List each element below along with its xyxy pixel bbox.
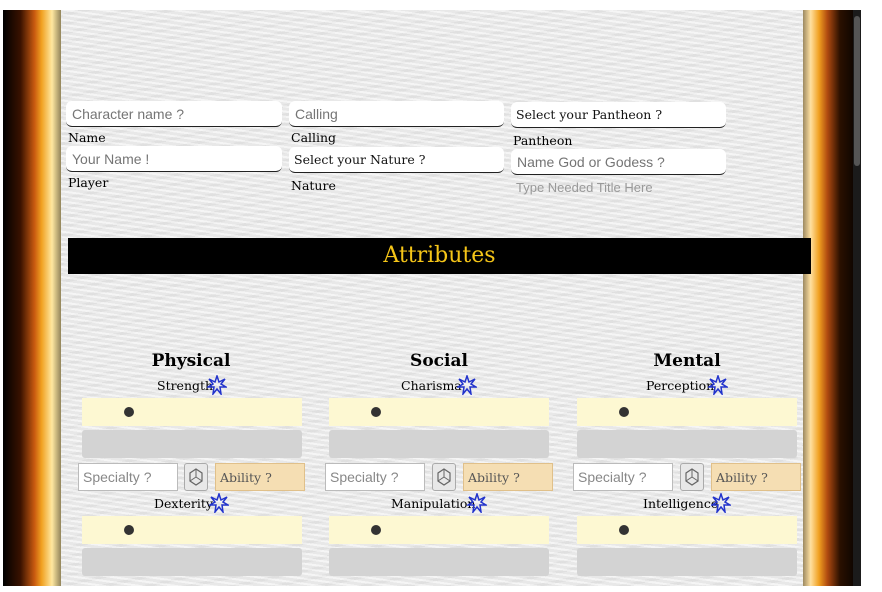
perception-specialty-input[interactable]: Specialty ? — [573, 463, 673, 491]
window-bottom-edge — [0, 586, 882, 592]
attributes-header: Attributes — [68, 238, 811, 274]
scrollbar[interactable] — [853, 10, 861, 586]
star-burst-icon[interactable] — [209, 493, 229, 513]
stat-manipulation: Manipulation — [391, 496, 476, 511]
dexterity-bar[interactable] — [82, 548, 302, 576]
dice-icon[interactable] — [432, 463, 456, 491]
charisma-ability[interactable]: Ability ? — [463, 463, 553, 491]
player-input[interactable] — [66, 146, 282, 172]
strength-dots[interactable] — [82, 398, 302, 426]
dice-icon[interactable] — [184, 463, 208, 491]
manipulation-bar[interactable] — [329, 548, 549, 576]
nature-select[interactable]: Select your Nature ? — [289, 147, 504, 173]
perception-ability[interactable]: Ability ? — [711, 463, 801, 491]
strength-bar[interactable] — [82, 430, 302, 458]
nature-label: Nature — [291, 178, 336, 193]
strength-specialty-input[interactable]: Specialty ? — [78, 463, 178, 491]
physical-heading: Physical — [151, 351, 231, 371]
title-input[interactable]: Type Needed Title Here — [516, 180, 653, 195]
dot[interactable] — [371, 525, 381, 535]
social-heading: Social — [410, 351, 468, 371]
strength-ability[interactable]: Ability ? — [215, 463, 305, 491]
dice-icon[interactable] — [680, 463, 704, 491]
calling-input[interactable] — [289, 101, 504, 127]
mental-heading: Mental — [653, 351, 721, 371]
star-burst-icon[interactable] — [207, 375, 227, 395]
dot[interactable] — [124, 407, 134, 417]
star-burst-icon[interactable] — [708, 375, 728, 395]
stat-strength: Strength — [157, 378, 214, 393]
scrollbar-thumb[interactable] — [854, 16, 860, 166]
pantheon-label: Pantheon — [513, 133, 573, 148]
stat-charisma: Charisma — [401, 378, 462, 393]
intelligence-dots[interactable] — [577, 516, 797, 544]
dexterity-dots[interactable] — [82, 516, 302, 544]
pantheon-select[interactable]: Select your Pantheon ? — [511, 102, 726, 128]
god-input[interactable] — [511, 149, 726, 175]
dot[interactable] — [371, 407, 381, 417]
star-burst-icon[interactable] — [711, 493, 731, 513]
star-burst-icon[interactable] — [467, 493, 487, 513]
charisma-dots[interactable] — [329, 398, 549, 426]
stat-dexterity: Dexterity — [154, 496, 213, 511]
dot[interactable] — [124, 525, 134, 535]
perception-bar[interactable] — [577, 430, 797, 458]
star-burst-icon[interactable] — [457, 375, 477, 395]
name-label: Name — [68, 130, 106, 145]
charisma-bar[interactable] — [329, 430, 549, 458]
charisma-specialty-input[interactable]: Specialty ? — [325, 463, 425, 491]
perception-dots[interactable] — [577, 398, 797, 426]
stat-intelligence: Intelligence — [643, 496, 719, 511]
dot[interactable] — [619, 407, 629, 417]
calling-label: Calling — [291, 130, 337, 145]
manipulation-dots[interactable] — [329, 516, 549, 544]
character-name-input[interactable] — [66, 101, 282, 127]
stat-perception: Perception — [646, 378, 715, 393]
dot[interactable] — [619, 525, 629, 535]
intelligence-bar[interactable] — [577, 548, 797, 576]
player-label: Player — [68, 175, 109, 190]
